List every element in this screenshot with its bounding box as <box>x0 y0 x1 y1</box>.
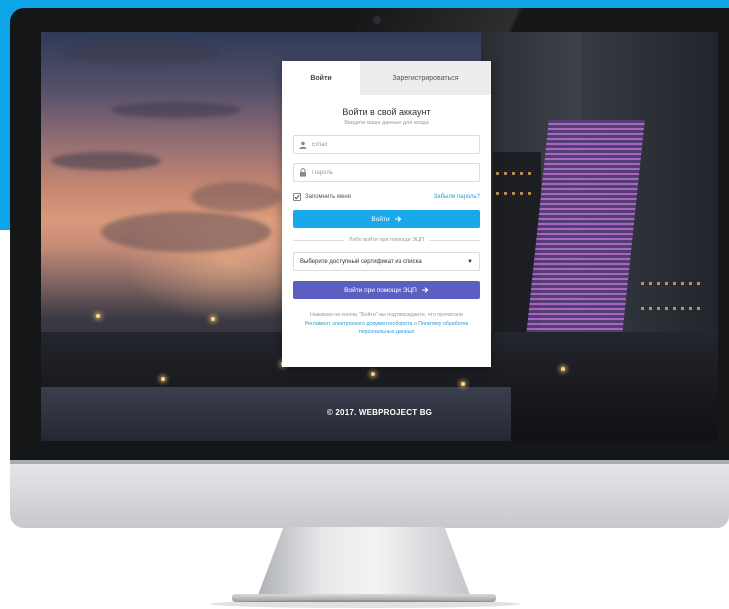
form-title: Войти в свой аккаунт <box>342 107 431 117</box>
street-light <box>96 314 100 318</box>
camera-icon <box>373 16 381 24</box>
caret-down-icon: ▼ <box>467 258 473 265</box>
street-light <box>461 382 465 386</box>
monitor-chin-edge <box>10 460 729 464</box>
copyright: © 2017. WEBPROJECT BG <box>326 408 433 417</box>
password-field-wrapper <box>293 163 480 182</box>
login-button-label: Войти <box>371 215 390 223</box>
cloud <box>111 102 241 118</box>
cloud <box>101 212 271 252</box>
check-icon <box>294 194 300 200</box>
remember-checkbox[interactable] <box>293 193 301 201</box>
regulation-link[interactable]: Регламент электронного документооборота <box>305 321 413 327</box>
auth-tabs: Войти Зарегистрироваться <box>282 61 491 95</box>
divider: Либо войти при помощи ЭЦП <box>293 237 480 243</box>
building-windows <box>496 192 536 195</box>
cloud <box>191 182 281 212</box>
arrow-right-icon <box>394 216 402 222</box>
email-field-wrapper <box>293 135 480 154</box>
lock-icon <box>294 168 312 177</box>
street-light <box>371 372 375 376</box>
street-light <box>561 367 565 371</box>
arrow-right-icon <box>421 287 429 293</box>
remember-label: Запомнить меня <box>305 194 351 200</box>
legal-prefix: Нажимая на кнопку "Войти" вы подтверждае… <box>310 312 463 318</box>
login-button[interactable]: Войти <box>293 210 480 228</box>
password-input[interactable] <box>312 169 462 176</box>
remember-row: Запомнить меня Забыли пароль? <box>293 192 480 202</box>
building-windows <box>641 307 701 310</box>
cloud <box>61 42 221 64</box>
email-input[interactable] <box>312 141 462 148</box>
tab-register[interactable]: Зарегистрироваться <box>360 61 491 95</box>
forgot-password-link[interactable]: Забыли пароль? <box>434 194 480 200</box>
remember-me[interactable]: Запомнить меня <box>293 193 351 201</box>
street-light <box>211 317 215 321</box>
monitor: © 2017. WEBPROJECT BG Войти Зарегистриро… <box>10 8 729 528</box>
monitor-chin <box>10 460 729 528</box>
eds-button-label: Войти при помощи ЭЦП <box>344 286 417 294</box>
street-light <box>161 377 165 381</box>
legal-notice: Нажимая на кнопку "Войти" вы подтверждае… <box>293 311 480 337</box>
cloud <box>51 152 161 170</box>
building-windows <box>496 172 536 175</box>
login-form: Войти в свой аккаунт Введите ваши данные… <box>282 107 491 337</box>
screen: © 2017. WEBPROJECT BG Войти Зарегистриро… <box>41 32 718 441</box>
eds-login-button[interactable]: Войти при помощи ЭЦП <box>293 281 480 299</box>
user-icon <box>294 141 312 149</box>
divider-line <box>429 239 480 241</box>
stand-shadow <box>210 600 520 608</box>
form-subtitle: Введите ваши данные для входа <box>344 120 429 126</box>
building-windows <box>641 282 701 285</box>
monitor-stand <box>258 527 470 595</box>
divider-label: Либо войти при помощи ЭЦП <box>348 237 425 243</box>
certificate-select[interactable]: Выберите доступный сертификат из списка … <box>293 252 480 271</box>
stage: © 2017. WEBPROJECT BG Войти Зарегистриро… <box>0 0 729 609</box>
divider-line <box>293 239 344 241</box>
certificate-select-value: Выберите доступный сертификат из списка <box>300 258 422 265</box>
login-card: Войти Зарегистрироваться Войти в свой ак… <box>282 61 491 367</box>
tab-login[interactable]: Войти <box>282 61 360 95</box>
